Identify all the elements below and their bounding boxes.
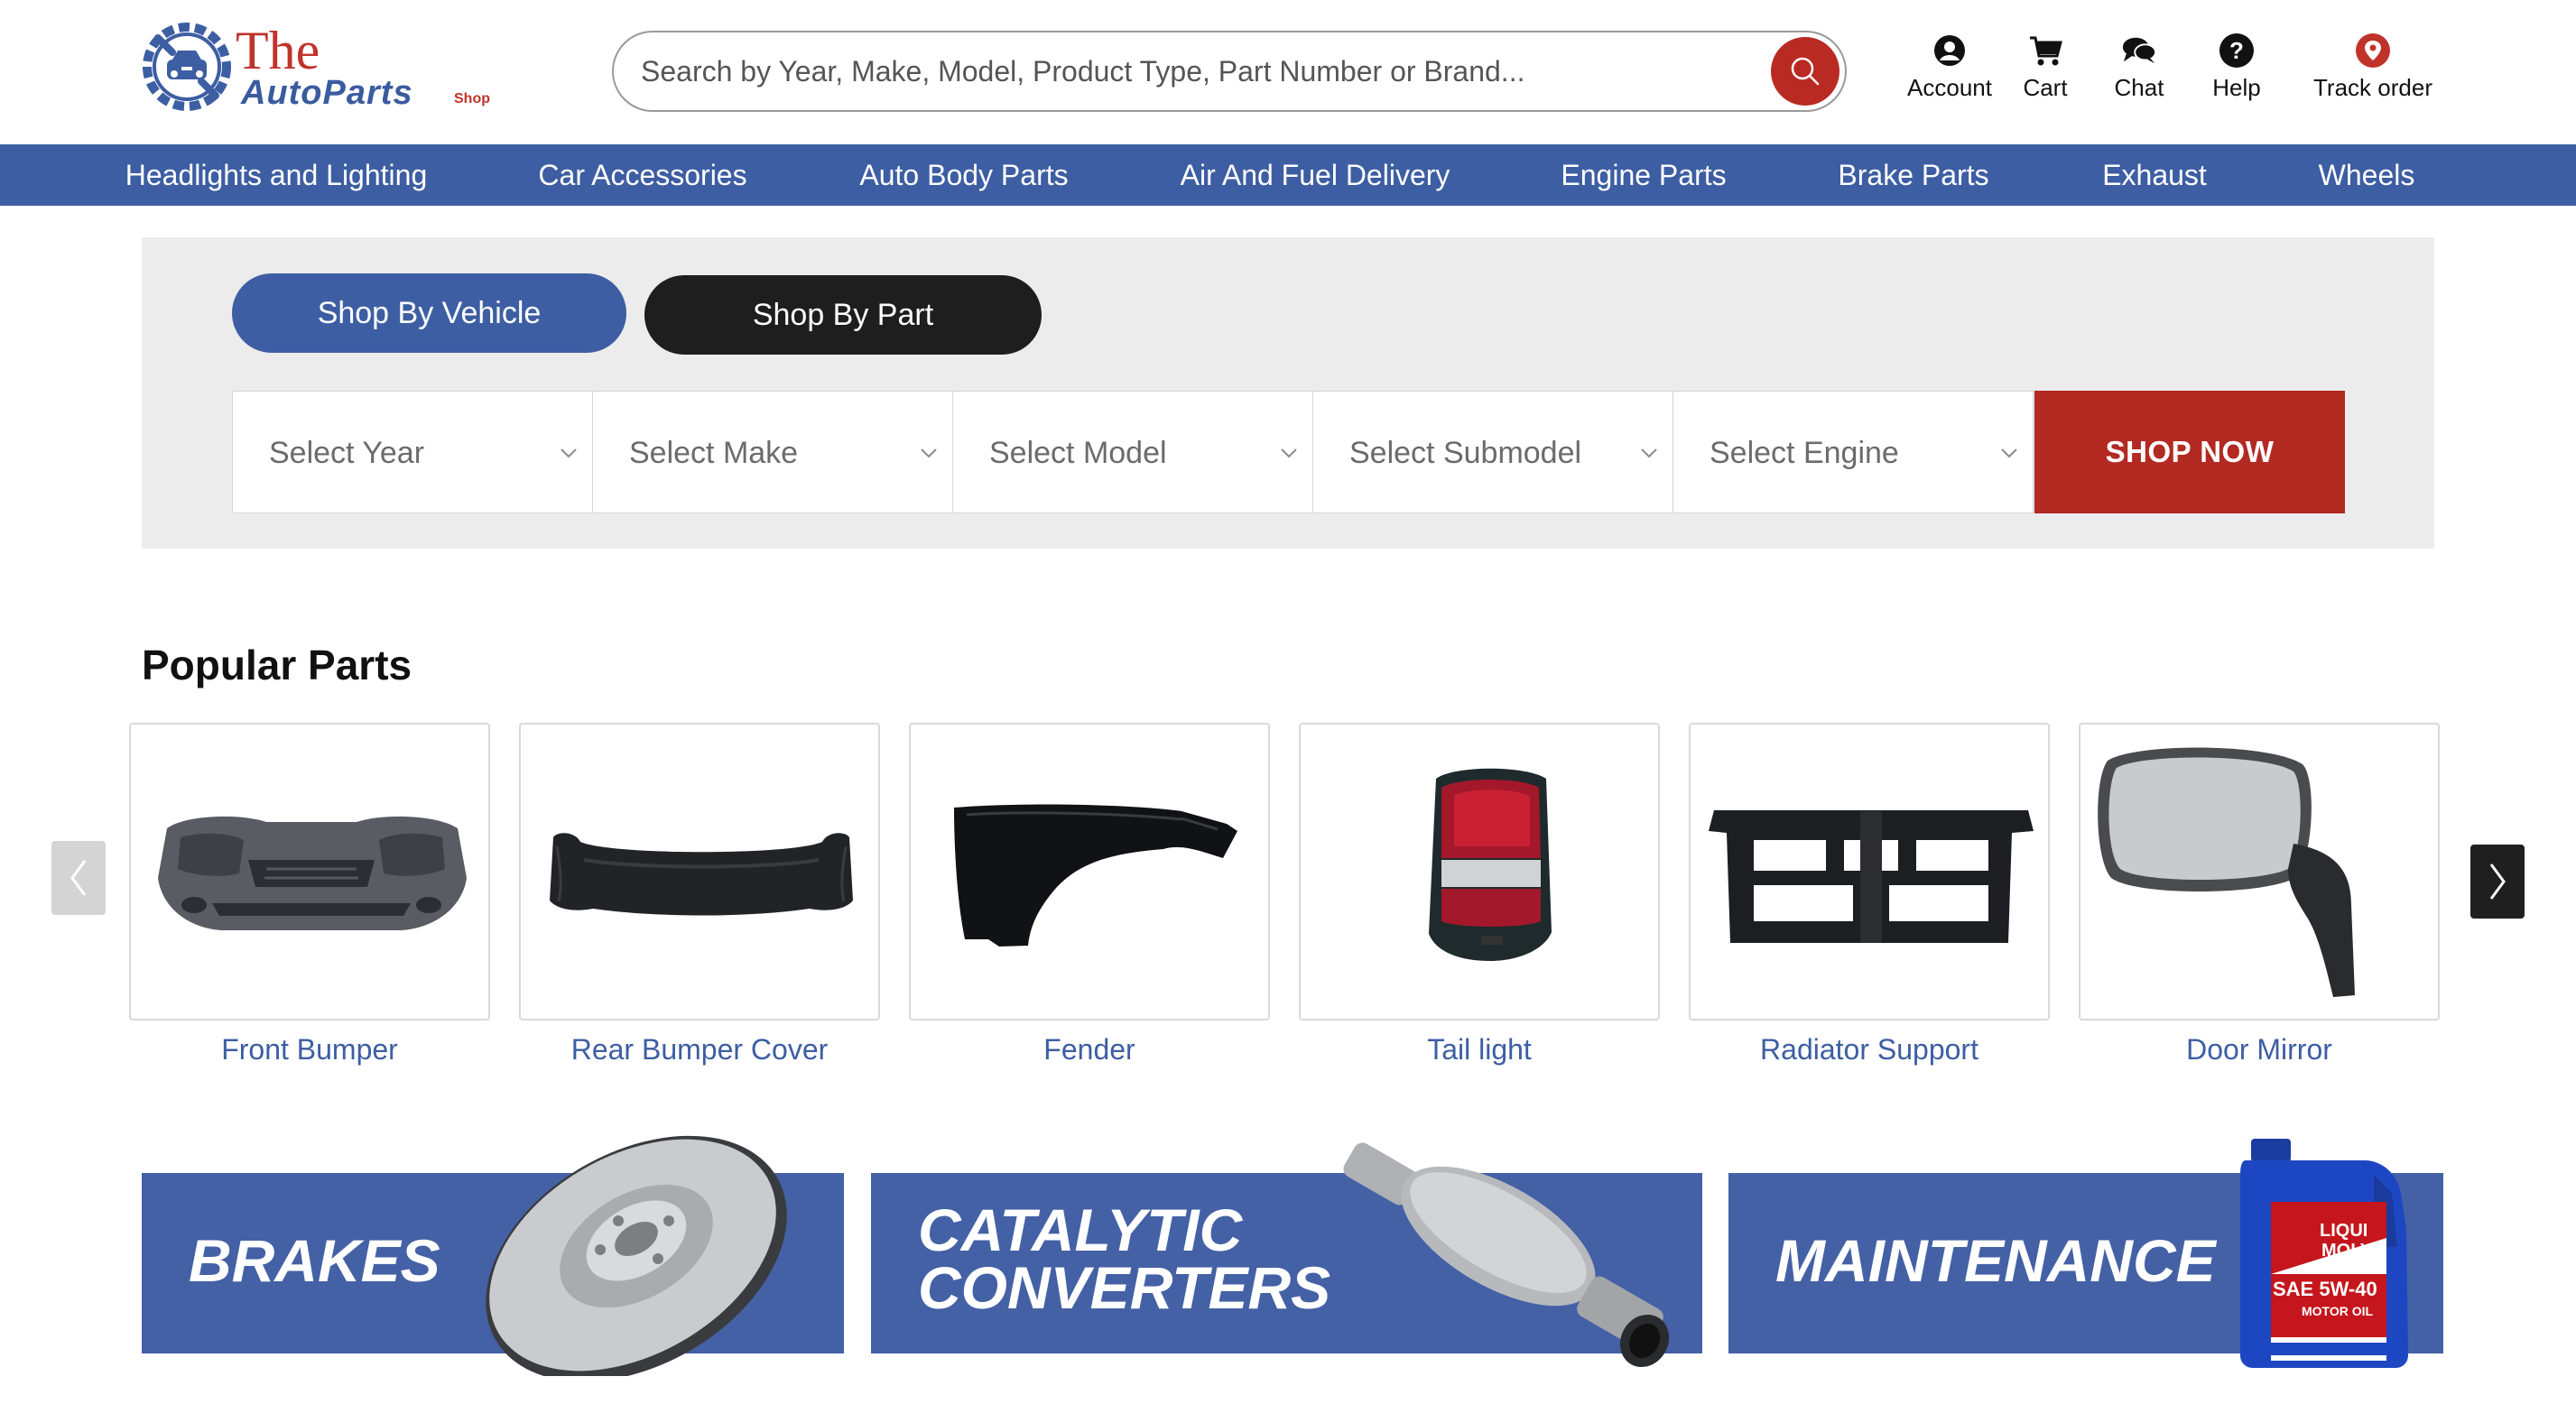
select-engine-label: Select Engine [1710,436,1899,470]
nav-item-headlights-and-lighting[interactable]: Headlights and Lighting [125,144,427,206]
select-model-label: Select Model [989,436,1167,470]
nav-item-exhaust[interactable]: Exhaust [2102,144,2207,206]
chevron-right-icon [2489,864,2506,900]
part-card-tail-light[interactable] [1299,723,1660,1021]
search-bar [612,31,1847,112]
front-bumper-image [158,816,467,930]
select-make[interactable]: Select Make [592,391,953,513]
select-engine[interactable]: Select Engine [1673,391,2034,513]
banner-catalytic-title-line1: CATALYTIC [918,1196,1243,1263]
select-submodel[interactable]: Select Submodel [1312,391,1673,513]
oil-type: MOTOR OIL [2302,1304,2374,1318]
account-label: Account [1907,74,1992,101]
category-nav: Headlights and Lighting Car Accessories … [0,144,2576,206]
tail-light-image [1429,768,1552,961]
help-label: Help [2212,74,2261,101]
track-order-link[interactable]: Track order [2305,32,2441,105]
help-link[interactable]: ? Help [2201,32,2273,105]
vehicle-finder: Shop By Vehicle Shop By Part Select Year… [142,237,2434,549]
cart-icon [2030,36,2062,66]
part-card-fender[interactable] [909,723,1270,1021]
logo-gear-car-icon [143,23,231,111]
chevron-down-icon [1641,448,1657,458]
select-model[interactable]: Select Model [952,391,1313,513]
help-icon: ? [2219,33,2254,68]
account-link[interactable]: Account [1903,32,1997,105]
logo-text-shop: Shop [454,91,490,106]
nav-item-air-and-fuel-delivery[interactable]: Air And Fuel Delivery [1181,144,1450,206]
select-year[interactable]: Select Year [232,391,593,513]
cart-link[interactable]: Cart [2009,32,2081,105]
select-submodel-label: Select Submodel [1349,436,1582,470]
account-icon [1934,35,1965,66]
location-pin-icon [2356,33,2390,68]
banner-brakes-title: BRAKES [189,1227,440,1294]
cart-label: Cart [2023,74,2068,101]
part-label-tail-light[interactable]: Tail light [1299,1033,1660,1067]
oil-brand-line1: LIQUI [2320,1221,2368,1241]
oil-brand-line2: MOLY [2321,1241,2372,1261]
select-make-label: Select Make [629,436,799,470]
logo-text-the: The [236,21,320,80]
rear-bumper-cover-image [550,833,853,916]
part-card-front-bumper[interactable] [129,723,490,1021]
chat-link[interactable]: Chat [2103,32,2175,105]
vehicle-selects: Select Year Select Make Select Model Sel… [232,391,2034,513]
part-card-door-mirror[interactable] [2079,723,2440,1021]
part-label-radiator-support[interactable]: Radiator Support [1689,1033,2050,1067]
shop-now-button[interactable]: SHOP NOW [2034,391,2345,513]
door-mirror-image [2098,747,2355,997]
nav-item-wheels[interactable]: Wheels [2319,144,2415,206]
chevron-down-icon [561,448,577,458]
track-order-label: Track order [2313,74,2432,101]
site-logo[interactable]: The AutoParts Shop [140,20,501,119]
search-icon [1791,57,1820,86]
tab-shop-by-part[interactable]: Shop By Part [644,275,1042,355]
part-card-radiator-support[interactable] [1689,723,2050,1021]
tab-shop-by-vehicle[interactable]: Shop By Vehicle [232,273,626,353]
part-label-rear-bumper-cover[interactable]: Rear Bumper Cover [519,1033,880,1067]
search-input[interactable] [641,32,1724,110]
brake-rotor-image [486,1135,787,1376]
site-header: The AutoParts Shop Account Cart Chat ? H… [0,0,2576,144]
motor-oil-image: LIQUI MOLY SAE 5W-40 MOTOR OIL [2238,1139,2415,1368]
chevron-down-icon [1281,448,1297,458]
nav-item-brake-parts[interactable]: Brake Parts [1838,144,1988,206]
search-button[interactable] [1771,37,1839,106]
carousel-prev-button[interactable] [51,841,106,915]
part-label-fender[interactable]: Fender [909,1033,1270,1067]
chevron-left-icon [70,860,87,896]
popular-parts-title: Popular Parts [142,642,412,688]
part-label-door-mirror[interactable]: Door Mirror [2079,1033,2440,1067]
chevron-down-icon [921,448,937,458]
fender-image [954,804,1237,947]
radiator-support-image [1709,810,2034,943]
oil-grade: SAE 5W-40 [2273,1278,2377,1300]
select-year-label: Select Year [269,436,425,470]
banner-maintenance-title: MAINTENANCE [1775,1227,2216,1294]
part-card-rear-bumper-cover[interactable] [519,723,880,1021]
logo-text-autoparts: AutoParts [241,74,413,112]
chevron-down-icon [2001,448,2017,458]
nav-item-engine-parts[interactable]: Engine Parts [1561,144,1726,206]
catalytic-converter-image [1343,1142,1670,1368]
nav-item-auto-body-parts[interactable]: Auto Body Parts [859,144,1068,206]
svg-text:?: ? [2229,37,2244,64]
chat-icon [2122,37,2157,64]
part-label-front-bumper[interactable]: Front Bumper [129,1033,490,1067]
carousel-next-button[interactable] [2470,845,2525,919]
chat-label: Chat [2114,74,2164,101]
nav-item-car-accessories[interactable]: Car Accessories [538,144,746,206]
banner-catalytic-title-line2: CONVERTERS [918,1254,1331,1321]
